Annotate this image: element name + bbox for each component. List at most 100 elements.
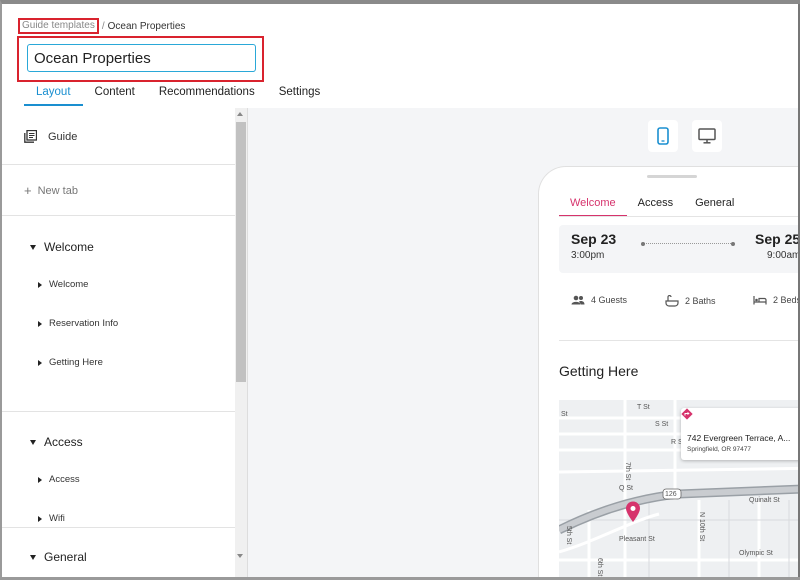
bath-icon [665,295,679,307]
sidebar-item-label: Access [49,474,80,485]
sidebar-item-guide[interactable]: Guide [24,130,77,143]
guests-icon [571,295,585,305]
phone-section-divider [559,340,800,341]
caret-down-icon [30,554,36,560]
page-header: Guide templates / Ocean Properties Layou… [2,4,800,106]
street-label: 6th St [596,558,603,577]
phone-tab-welcome[interactable]: Welcome [559,197,627,217]
checkin-date: Sep 23 3:00pm [571,231,616,261]
sidebar-item-label: Wifi [49,513,65,524]
sidebar-section-general: General [2,528,247,568]
directions-icon[interactable] [681,408,693,420]
sidebar-section-header-general[interactable]: General [30,550,87,564]
section-title-general: General [44,550,87,564]
tab-layout[interactable]: Layout [24,84,83,106]
main-tabs: Layout Content Recommendations Settings [24,84,332,106]
sidebar-item-reservation-info[interactable]: Reservation Info [38,318,118,329]
desktop-preview-button[interactable] [692,120,722,152]
checkin-date-text: Sep 23 [571,231,617,247]
sidebar-item-label: Welcome [49,279,89,290]
address-card[interactable]: 742 Evergreen Terrace, A... Springfield,… [681,408,800,460]
amenity-beds: 2 Beds [753,295,800,305]
getting-here-title: Getting Here [559,363,639,379]
app-window: Guide templates / Ocean Properties Layou… [0,0,800,580]
new-tab-label: New tab [37,185,78,197]
scroll-up-arrow-icon[interactable] [237,112,243,116]
caret-right-icon [38,359,42,366]
street-label: Olympic St [739,550,773,557]
map-pin-icon[interactable] [625,501,641,523]
tab-recommendations[interactable]: Recommendations [147,84,267,106]
street-label: St [561,411,568,418]
preview-pane: Welcome Access General Sep 23 3:00pm Sep… [248,108,800,577]
reservation-dates-card: Sep 23 3:00pm Sep 25 9:00am [559,225,800,273]
sidebar-section-header-access[interactable]: Access [30,435,83,449]
monitor-icon [698,128,716,144]
sidebar-guide-label: Guide [48,130,78,143]
caret-right-icon [38,515,42,522]
street-label: Q St [619,485,634,492]
checkin-time-text: 3:00pm [571,250,605,261]
phone-tab-access[interactable]: Access [627,197,684,217]
scroll-down-arrow-icon[interactable] [237,554,243,558]
location-map[interactable]: 126 St T St S St R St Q St 7th St N 10th… [559,400,800,577]
guide-icon [24,130,37,143]
amenity-label: 4 Guests [591,295,628,305]
sidebar-new-tab-section: + New tab [2,165,247,216]
sidebar-item-wifi[interactable]: Wifi [38,513,65,524]
phone-tab-general[interactable]: General [684,197,745,217]
sidebar-scrollbar[interactable] [235,108,247,577]
amenity-label: 2 Baths [685,296,716,306]
tab-settings[interactable]: Settings [267,84,333,106]
phone-notch [647,175,697,178]
checkout-time-text: 9:00am [767,250,800,261]
smartphone-icon [657,127,669,145]
section-title-access: Access [44,435,83,449]
sidebar-item-access[interactable]: Access [38,474,80,485]
highway-shield-label: 126 [665,491,677,498]
title-highlight [17,36,264,82]
sidebar-section-access: Access Access Wifi [2,412,247,528]
section-title-welcome: Welcome [44,240,94,254]
street-label: Pleasant St [619,536,655,543]
checkout-date-text: Sep 25 [755,231,800,247]
date-range-connector [641,241,735,246]
street-label: 5th St [565,526,572,545]
bed-icon [753,296,767,305]
mobile-preview-button[interactable] [648,120,678,152]
range-start-dot [641,241,645,246]
amenity-baths: 2 Baths [665,295,716,307]
sidebar-section-header-welcome[interactable]: Welcome [30,240,94,254]
phone-tab-divider [559,216,800,217]
tab-content[interactable]: Content [83,84,147,106]
street-label: T St [637,404,650,411]
map-address: 742 Evergreen Terrace, A... [687,433,791,443]
scroll-thumb[interactable] [236,122,246,382]
guide-title-input[interactable] [27,44,256,72]
caret-down-icon [30,439,36,445]
breadcrumb: Guide templates / Ocean Properties [18,18,185,34]
breadcrumb-current: Ocean Properties [107,20,186,32]
range-end-dot [731,241,735,246]
street-label: S St [655,421,669,428]
checkout-date: Sep 25 9:00am [755,231,800,261]
caret-right-icon [38,281,42,288]
plus-icon: + [24,183,32,198]
sidebar-item-label: Reservation Info [49,318,119,329]
sidebar-item-getting-here[interactable]: Getting Here [38,357,103,368]
new-tab-button[interactable]: + New tab [24,183,78,198]
sidebar-item-label: Getting Here [49,357,103,368]
street-label: 7th St [624,462,631,481]
layout-sidebar: Guide + New tab Welcome Welcome Reservat… [2,108,248,577]
amenity-guests: 4 Guests [571,295,627,305]
breadcrumb-separator: / [101,20,105,32]
amenity-label: 2 Beds [773,295,800,305]
phone-preview: Welcome Access General Sep 23 3:00pm Sep… [538,166,800,577]
sidebar-item-welcome[interactable]: Welcome [38,279,88,290]
breadcrumb-parent-link[interactable]: Guide templates [18,18,99,34]
street-label: Quinalt St [749,497,780,504]
street-label: N 10th St [698,512,705,542]
sidebar-guide-section: Guide [2,108,247,165]
caret-down-icon [30,244,36,250]
map-city: Springfield, OR 97477 [687,446,751,453]
